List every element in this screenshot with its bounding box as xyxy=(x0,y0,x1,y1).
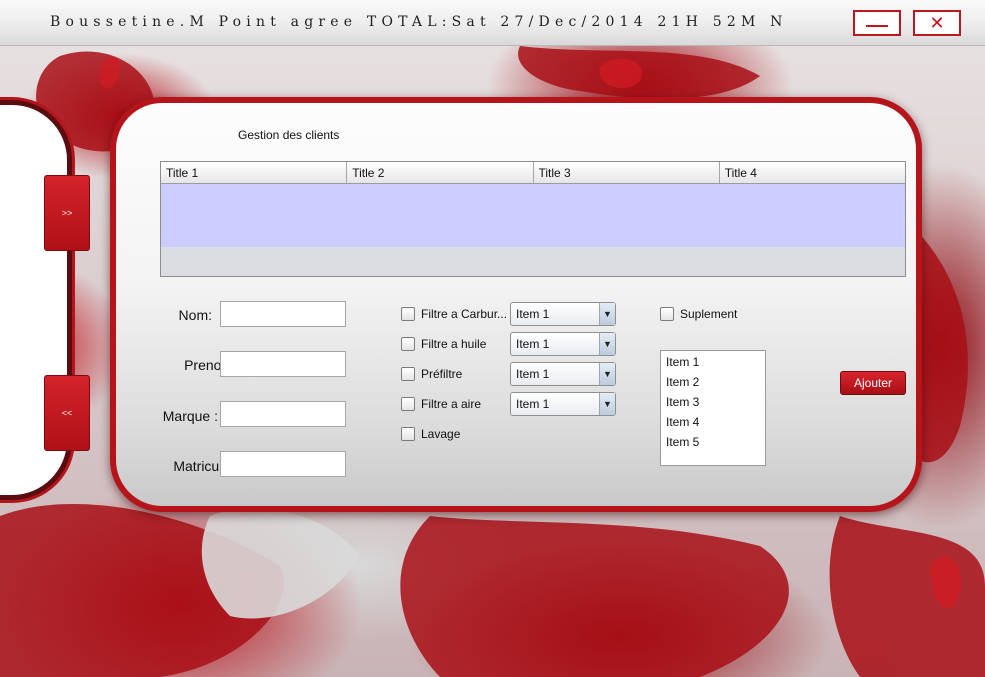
marque-label: Marque : xyxy=(162,408,218,424)
previous-button[interactable]: << xyxy=(44,375,90,451)
option-label: Lavage xyxy=(421,427,461,441)
checkbox[interactable] xyxy=(401,367,415,381)
combo-filtre-aire[interactable]: Item 1 ▼ xyxy=(510,392,616,416)
close-icon: ✕ xyxy=(929,12,945,34)
option-filtre-carburant[interactable]: Filtre a Carbur... xyxy=(401,307,507,321)
checkbox[interactable] xyxy=(401,337,415,351)
list-item[interactable]: Item 5 xyxy=(666,434,760,454)
option-suplement[interactable]: Suplement xyxy=(660,307,737,321)
chevron-down-icon[interactable]: ▼ xyxy=(599,333,615,355)
column-header[interactable]: Title 1 xyxy=(161,162,348,183)
table-row[interactable] xyxy=(161,184,905,247)
option-label: Filtre a Carbur... xyxy=(421,307,508,321)
matricule-input[interactable] xyxy=(220,451,346,477)
section-title: Gestion des clients xyxy=(238,128,340,142)
close-button[interactable]: ✕ xyxy=(913,10,961,36)
column-header[interactable]: Title 2 xyxy=(347,162,534,183)
combo-value: Item 1 xyxy=(516,337,550,351)
option-label: Préfiltre xyxy=(421,367,463,381)
checkbox[interactable] xyxy=(401,427,415,441)
minimize-button[interactable] xyxy=(853,10,901,36)
checkbox[interactable] xyxy=(660,307,674,321)
combo-filtre-carburant[interactable]: Item 1 ▼ xyxy=(510,302,616,326)
combo-value: Item 1 xyxy=(516,307,550,321)
supplement-list[interactable]: Item 1 Item 2 Item 3 Item 4 Item 5 xyxy=(660,350,766,466)
option-filtre-aire[interactable]: Filtre a aire xyxy=(401,397,481,411)
list-item[interactable]: Item 3 xyxy=(666,394,760,414)
checkbox[interactable] xyxy=(401,397,415,411)
minimize-icon xyxy=(866,25,888,27)
combo-value: Item 1 xyxy=(516,397,550,411)
list-item[interactable]: Item 4 xyxy=(666,414,760,434)
column-header[interactable]: Title 4 xyxy=(720,162,905,183)
nom-label: Nom: xyxy=(178,307,212,323)
checkbox[interactable] xyxy=(401,307,415,321)
list-item[interactable]: Item 1 xyxy=(666,354,760,374)
main-panel-body: Gestion des clients Title 1 Title 2 Titl… xyxy=(116,103,916,506)
option-prefiltre[interactable]: Préfiltre xyxy=(401,367,462,381)
clients-table[interactable]: Title 1 Title 2 Title 3 Title 4 xyxy=(160,161,906,277)
nom-input[interactable] xyxy=(220,301,346,327)
option-label: Filtre a huile xyxy=(421,337,487,351)
title-bar[interactable]: Boussetine.M Point agree TOTAL:Sat 27/De… xyxy=(0,0,985,46)
table-header: Title 1 Title 2 Title 3 Title 4 xyxy=(161,162,905,184)
combo-prefiltre[interactable]: Item 1 ▼ xyxy=(510,362,616,386)
combo-filtre-huile[interactable]: Item 1 ▼ xyxy=(510,332,616,356)
option-lavage[interactable]: Lavage xyxy=(401,427,460,441)
chevron-down-icon[interactable]: ▼ xyxy=(599,303,615,325)
chevron-down-icon[interactable]: ▼ xyxy=(599,363,615,385)
marque-input[interactable] xyxy=(220,401,346,427)
option-label: Filtre a aire xyxy=(421,397,482,411)
main-panel: Gestion des clients Title 1 Title 2 Titl… xyxy=(110,97,922,512)
chevron-down-icon[interactable]: ▼ xyxy=(599,393,615,415)
add-button[interactable]: Ajouter xyxy=(840,371,906,395)
option-label: Suplement xyxy=(680,307,738,321)
option-filtre-huile[interactable]: Filtre a huile xyxy=(401,337,486,351)
column-header[interactable]: Title 3 xyxy=(534,162,720,183)
list-item[interactable]: Item 2 xyxy=(666,374,760,394)
combo-value: Item 1 xyxy=(516,367,550,381)
window-title: Boussetine.M Point agree TOTAL:Sat 27/De… xyxy=(50,14,788,30)
next-button[interactable]: >> xyxy=(44,175,90,251)
prenom-input[interactable] xyxy=(220,351,346,377)
